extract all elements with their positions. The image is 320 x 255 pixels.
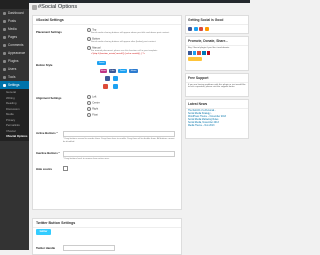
active-buttons-label: Active Buttons * — [36, 131, 58, 135]
google-plus-icon[interactable] — [103, 84, 108, 89]
section-title: #Social Settings — [33, 16, 181, 25]
settings-submenu: General Writing Reading Discussion Media… — [0, 89, 29, 141]
tweet-button-preview[interactable]: Tweet — [97, 61, 106, 65]
twitter-handle-label: Twitter Handle — [36, 246, 56, 250]
radio-icon — [87, 113, 91, 117]
twitter-bird-icon[interactable] — [113, 84, 118, 89]
sidebar-item-dashboard[interactable]: Dashboard — [0, 9, 29, 17]
wrench-icon — [3, 75, 6, 79]
twitter-handle-input[interactable] — [63, 245, 115, 251]
facebook-icon[interactable] — [105, 76, 110, 81]
align-right-option[interactable]: Right — [87, 107, 98, 111]
sidebar-item-comments[interactable]: Comments — [0, 41, 29, 49]
active-buttons-drop-area[interactable] — [63, 131, 175, 137]
user-icon — [3, 67, 6, 71]
admin-top-bar — [29, 0, 250, 3]
sidebar-item-settings[interactable]: Settings — [0, 81, 29, 89]
dashboard-icon — [3, 11, 6, 15]
tweet-button-preview-2[interactable]: Tweet — [118, 69, 127, 73]
social-icons-row — [186, 25, 248, 33]
twitter-logo: twitter — [36, 229, 51, 235]
twitter-settings-box: Twitter Button Settings twitter Twitter … — [32, 218, 182, 255]
submenu-xsocial-options[interactable]: XSocial Options — [0, 134, 29, 140]
active-buttons-desc: * Drag buttons around to reorder them. D… — [63, 138, 175, 143]
google-plus-icon[interactable] — [199, 27, 203, 31]
placement-top-desc: Social media sharing buttons will appear… — [91, 32, 170, 34]
media-icon — [3, 27, 6, 31]
getting-social-box: Getting Social is Good — [185, 15, 249, 34]
radio-icon — [87, 101, 91, 105]
linkedin-icon[interactable] — [202, 51, 206, 55]
free-support-box: Free Support If you are having problems … — [185, 73, 249, 97]
latest-news-title: Latest News — [186, 100, 248, 109]
pinterest-icon[interactable] — [206, 51, 211, 55]
align-left-option[interactable]: Left — [87, 95, 96, 99]
radio-icon — [87, 95, 91, 99]
hide-counts-checkbox[interactable] — [63, 166, 68, 171]
wordpress-logo-icon[interactable] — [0, 0, 29, 9]
sidebar-item-plugins[interactable]: Plugins — [0, 57, 29, 65]
pin-icon — [3, 19, 6, 23]
settings-page-icon — [32, 5, 37, 10]
settings-icon — [3, 83, 6, 87]
news-link[interactable]: Media Theme – Nov 2013 — [186, 124, 248, 127]
twitter-icon[interactable] — [113, 76, 118, 81]
align-float-option[interactable]: Float — [87, 113, 98, 117]
free-support-title: Free Support — [186, 74, 248, 83]
alignment-label: Alignment Settings — [36, 96, 62, 100]
sidebar-item-media[interactable]: Media — [0, 25, 29, 33]
twitter-icon[interactable] — [192, 51, 197, 55]
facebook-icon[interactable] — [188, 51, 192, 55]
align-center-option[interactable]: Center — [87, 101, 100, 105]
twitter-icon[interactable] — [193, 27, 198, 31]
placement-manual-code: <?php if (function_exists('socialit')) {… — [91, 53, 145, 55]
promote-title: Promote, Donate, Share... — [186, 37, 248, 46]
placement-label: Placement Settings — [36, 30, 62, 34]
inactive-buttons-drop-area[interactable] — [63, 151, 175, 157]
sidebar-item-tools[interactable]: Tools — [0, 73, 29, 81]
free-support-text: If you are having problems with this plu… — [188, 84, 246, 88]
like-button-preview[interactable]: Like — [109, 69, 116, 73]
latest-news-box: Latest News The Rebirth of a Personal...… — [185, 99, 249, 139]
share-button-preview[interactable]: Share — [100, 69, 107, 73]
donate-button[interactable] — [188, 56, 202, 61]
sidebar-item-users[interactable]: Users — [0, 65, 29, 73]
share-icons-row — [186, 50, 248, 56]
inactive-buttons-label: Inactive Buttons * — [36, 151, 60, 155]
plugin-icon — [3, 59, 6, 63]
sidebar-item-posts[interactable]: Posts — [0, 17, 29, 25]
brush-icon — [3, 51, 6, 55]
radio-icon — [87, 107, 91, 111]
facebook-icon[interactable] — [188, 27, 192, 31]
social-settings-box: #Social Settings Placement Settings Top … — [32, 15, 182, 210]
comment-icon — [3, 43, 6, 47]
hide-counts-label: Hide counts — [36, 167, 53, 171]
google-plus-icon[interactable] — [197, 51, 201, 55]
page-icon — [3, 35, 6, 39]
getting-social-title: Getting Social is Good — [186, 16, 248, 25]
page-title: #Social Options — [38, 4, 78, 10]
inactive-buttons-desc: * Drag buttons back to remove from activ… — [63, 158, 110, 160]
rss-icon[interactable] — [204, 27, 209, 31]
twitter-section-title: Twitter Button Settings — [33, 219, 181, 228]
button-style-label: Button Style — [36, 63, 53, 67]
placement-manual-desc: For manual placement, please use this fu… — [91, 50, 158, 52]
share-button-preview-2[interactable]: Share — [129, 69, 138, 73]
sidebar-item-pages[interactable]: Pages — [0, 33, 29, 41]
placement-bottom-desc: Social media sharing buttons will appear… — [91, 41, 157, 43]
admin-sidebar: Dashboard Posts Media Pages Comments App… — [0, 0, 29, 250]
sidebar-item-appearance[interactable]: Appearance — [0, 49, 29, 57]
page-icon-wrap — [32, 5, 37, 10]
promote-box: Promote, Donate, Share... Buy #Social pl… — [185, 36, 249, 71]
